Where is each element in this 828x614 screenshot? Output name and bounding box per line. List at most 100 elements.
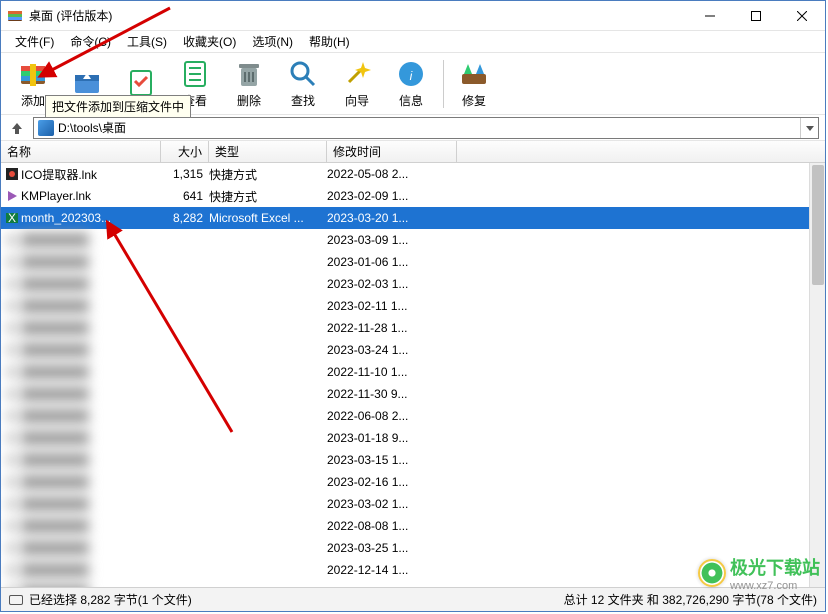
info-icon: i [395, 58, 427, 90]
table-row[interactable]: ████████2022-11-30 9... [1, 383, 809, 405]
file-icon [1, 233, 19, 247]
minimize-button[interactable] [687, 1, 733, 31]
file-icon [1, 277, 19, 291]
file-mtime: 2023-03-15 1... [327, 453, 457, 467]
menu-file[interactable]: 文件(F) [7, 31, 62, 52]
up-folder-button[interactable] [7, 118, 27, 138]
file-name: month_202303... [19, 211, 161, 225]
tooltip: 把文件添加到压缩文件中 [45, 95, 191, 118]
file-mtime: 2023-01-06 1... [327, 255, 457, 269]
file-name: ████████ [19, 409, 161, 423]
address-combo[interactable]: D:\tools\桌面 [33, 117, 819, 139]
table-row[interactable]: ████████2023-02-03 1... [1, 273, 809, 295]
toolbar: 添加 查看 删除 查找 向导 i 信息 [1, 53, 825, 115]
delete-button[interactable]: 删除 [223, 56, 275, 112]
file-name: ████████ [19, 497, 161, 511]
table-row[interactable]: ████████2022-11-28 1... [1, 317, 809, 339]
table-row[interactable]: ████████ 2023-01-06 1... [1, 251, 809, 273]
file-icon [1, 189, 19, 203]
find-button[interactable]: 查找 [277, 56, 329, 112]
view-icon [179, 58, 211, 90]
address-dropdown[interactable] [800, 118, 818, 138]
menu-fav[interactable]: 收藏夹(O) [175, 31, 244, 52]
repair-button[interactable]: 修复 [448, 56, 500, 112]
svg-text:X: X [8, 211, 16, 225]
table-row[interactable]: Xmonth_202303...8,282Microsoft Excel ...… [1, 207, 809, 229]
file-mtime: 2022-06-08 2... [327, 409, 457, 423]
table-row[interactable]: ████████2023-02-16 1... [1, 471, 809, 493]
table-row[interactable]: ████████2023-03-17 1... [1, 581, 809, 587]
wizard-button[interactable]: 向导 [331, 56, 383, 112]
file-mtime: 2022-12-14 1... [327, 563, 457, 577]
file-name: ████████ [19, 365, 161, 379]
table-row[interactable]: ████████2022-11-10 1... [1, 361, 809, 383]
menubar: 文件(F) 命令(C) 工具(S) 收藏夹(O) 选项(N) 帮助(H) [1, 31, 825, 53]
file-type: 快捷方式 [209, 188, 327, 205]
table-row[interactable]: ████████2023-02-11 1... [1, 295, 809, 317]
file-mtime: 2023-02-09 1... [327, 189, 457, 203]
file-icon [1, 387, 19, 401]
close-button[interactable] [779, 1, 825, 31]
menu-options[interactable]: 选项(N) [244, 31, 301, 52]
table-row[interactable]: ████████ 2023-03-24 1... [1, 339, 809, 361]
file-name: ████████ [19, 453, 161, 467]
window-controls [687, 1, 825, 31]
file-icon [1, 563, 19, 577]
table-row[interactable]: ████████ 2022-06-08 2... [1, 405, 809, 427]
scrollbar[interactable] [809, 163, 825, 587]
file-icon [1, 497, 19, 511]
file-name: ████████ [19, 519, 161, 533]
table-row[interactable]: ████████2023-03-09 1... [1, 229, 809, 251]
file-list[interactable]: ICO提取器.lnk1,315快捷方式2022-05-08 2...KMPlay… [1, 163, 809, 587]
col-type[interactable]: 类型 [209, 141, 327, 162]
window-title: 桌面 (评估版本) [29, 7, 687, 24]
drive-icon [38, 120, 54, 136]
table-row[interactable]: ████████2022-08-08 1... [1, 515, 809, 537]
table-row[interactable]: ████████ 2023-03-15 1... [1, 449, 809, 471]
disk-icon [9, 595, 23, 605]
col-size[interactable]: 大小 [161, 141, 209, 162]
file-name: ████████ [19, 255, 161, 269]
titlebar: 桌面 (评估版本) [1, 1, 825, 31]
file-icon [1, 299, 19, 313]
file-mtime: 2023-03-25 1... [327, 541, 457, 555]
table-row[interactable]: ████████ 2023-03-25 1... [1, 537, 809, 559]
status-left-group: 已经选择 8,282 字节(1 个文件) [9, 591, 192, 608]
menu-tools[interactable]: 工具(S) [119, 31, 175, 52]
navbar: D:\tools\桌面 [1, 115, 825, 141]
svg-text:i: i [410, 69, 413, 83]
file-mtime: 2023-02-16 1... [327, 475, 457, 489]
info-button[interactable]: i 信息 [385, 56, 437, 112]
file-name: ICO提取器.lnk [19, 166, 161, 183]
file-size: 8,282 [161, 211, 209, 225]
menu-commands[interactable]: 命令(C) [62, 31, 119, 52]
file-name: ████████ [19, 299, 161, 313]
scrollbar-thumb[interactable] [812, 165, 824, 285]
file-name: ████████ [19, 563, 161, 577]
file-icon [1, 321, 19, 335]
file-icon [1, 585, 19, 587]
toolbar-sep [443, 60, 444, 108]
wizard-icon [341, 58, 373, 90]
file-name: ████████ [19, 343, 161, 357]
file-icon [1, 541, 19, 555]
extract-icon [71, 67, 103, 99]
table-row[interactable]: ████████ 2022-12-14 1... [1, 559, 809, 581]
table-row[interactable]: KMPlayer.lnk641快捷方式2023-02-09 1... [1, 185, 809, 207]
scroll-area: ICO提取器.lnk1,315快捷方式2022-05-08 2...KMPlay… [1, 163, 825, 587]
table-row[interactable]: ████████2023-01-18 9... [1, 427, 809, 449]
table-row[interactable]: ICO提取器.lnk1,315快捷方式2022-05-08 2... [1, 163, 809, 185]
menu-help[interactable]: 帮助(H) [301, 31, 358, 52]
file-icon [1, 343, 19, 357]
file-icon [1, 409, 19, 423]
file-name: ████████ [19, 277, 161, 291]
file-icon [1, 365, 19, 379]
find-label: 查找 [291, 92, 315, 109]
col-name[interactable]: 名称 [1, 141, 161, 162]
file-size: 1,315 [161, 167, 209, 181]
col-mtime[interactable]: 修改时间 [327, 141, 457, 162]
file-name: ████████ [19, 541, 161, 555]
maximize-button[interactable] [733, 1, 779, 31]
table-row[interactable]: ████████2023-03-02 1... [1, 493, 809, 515]
file-mtime: 2023-03-24 1... [327, 343, 457, 357]
